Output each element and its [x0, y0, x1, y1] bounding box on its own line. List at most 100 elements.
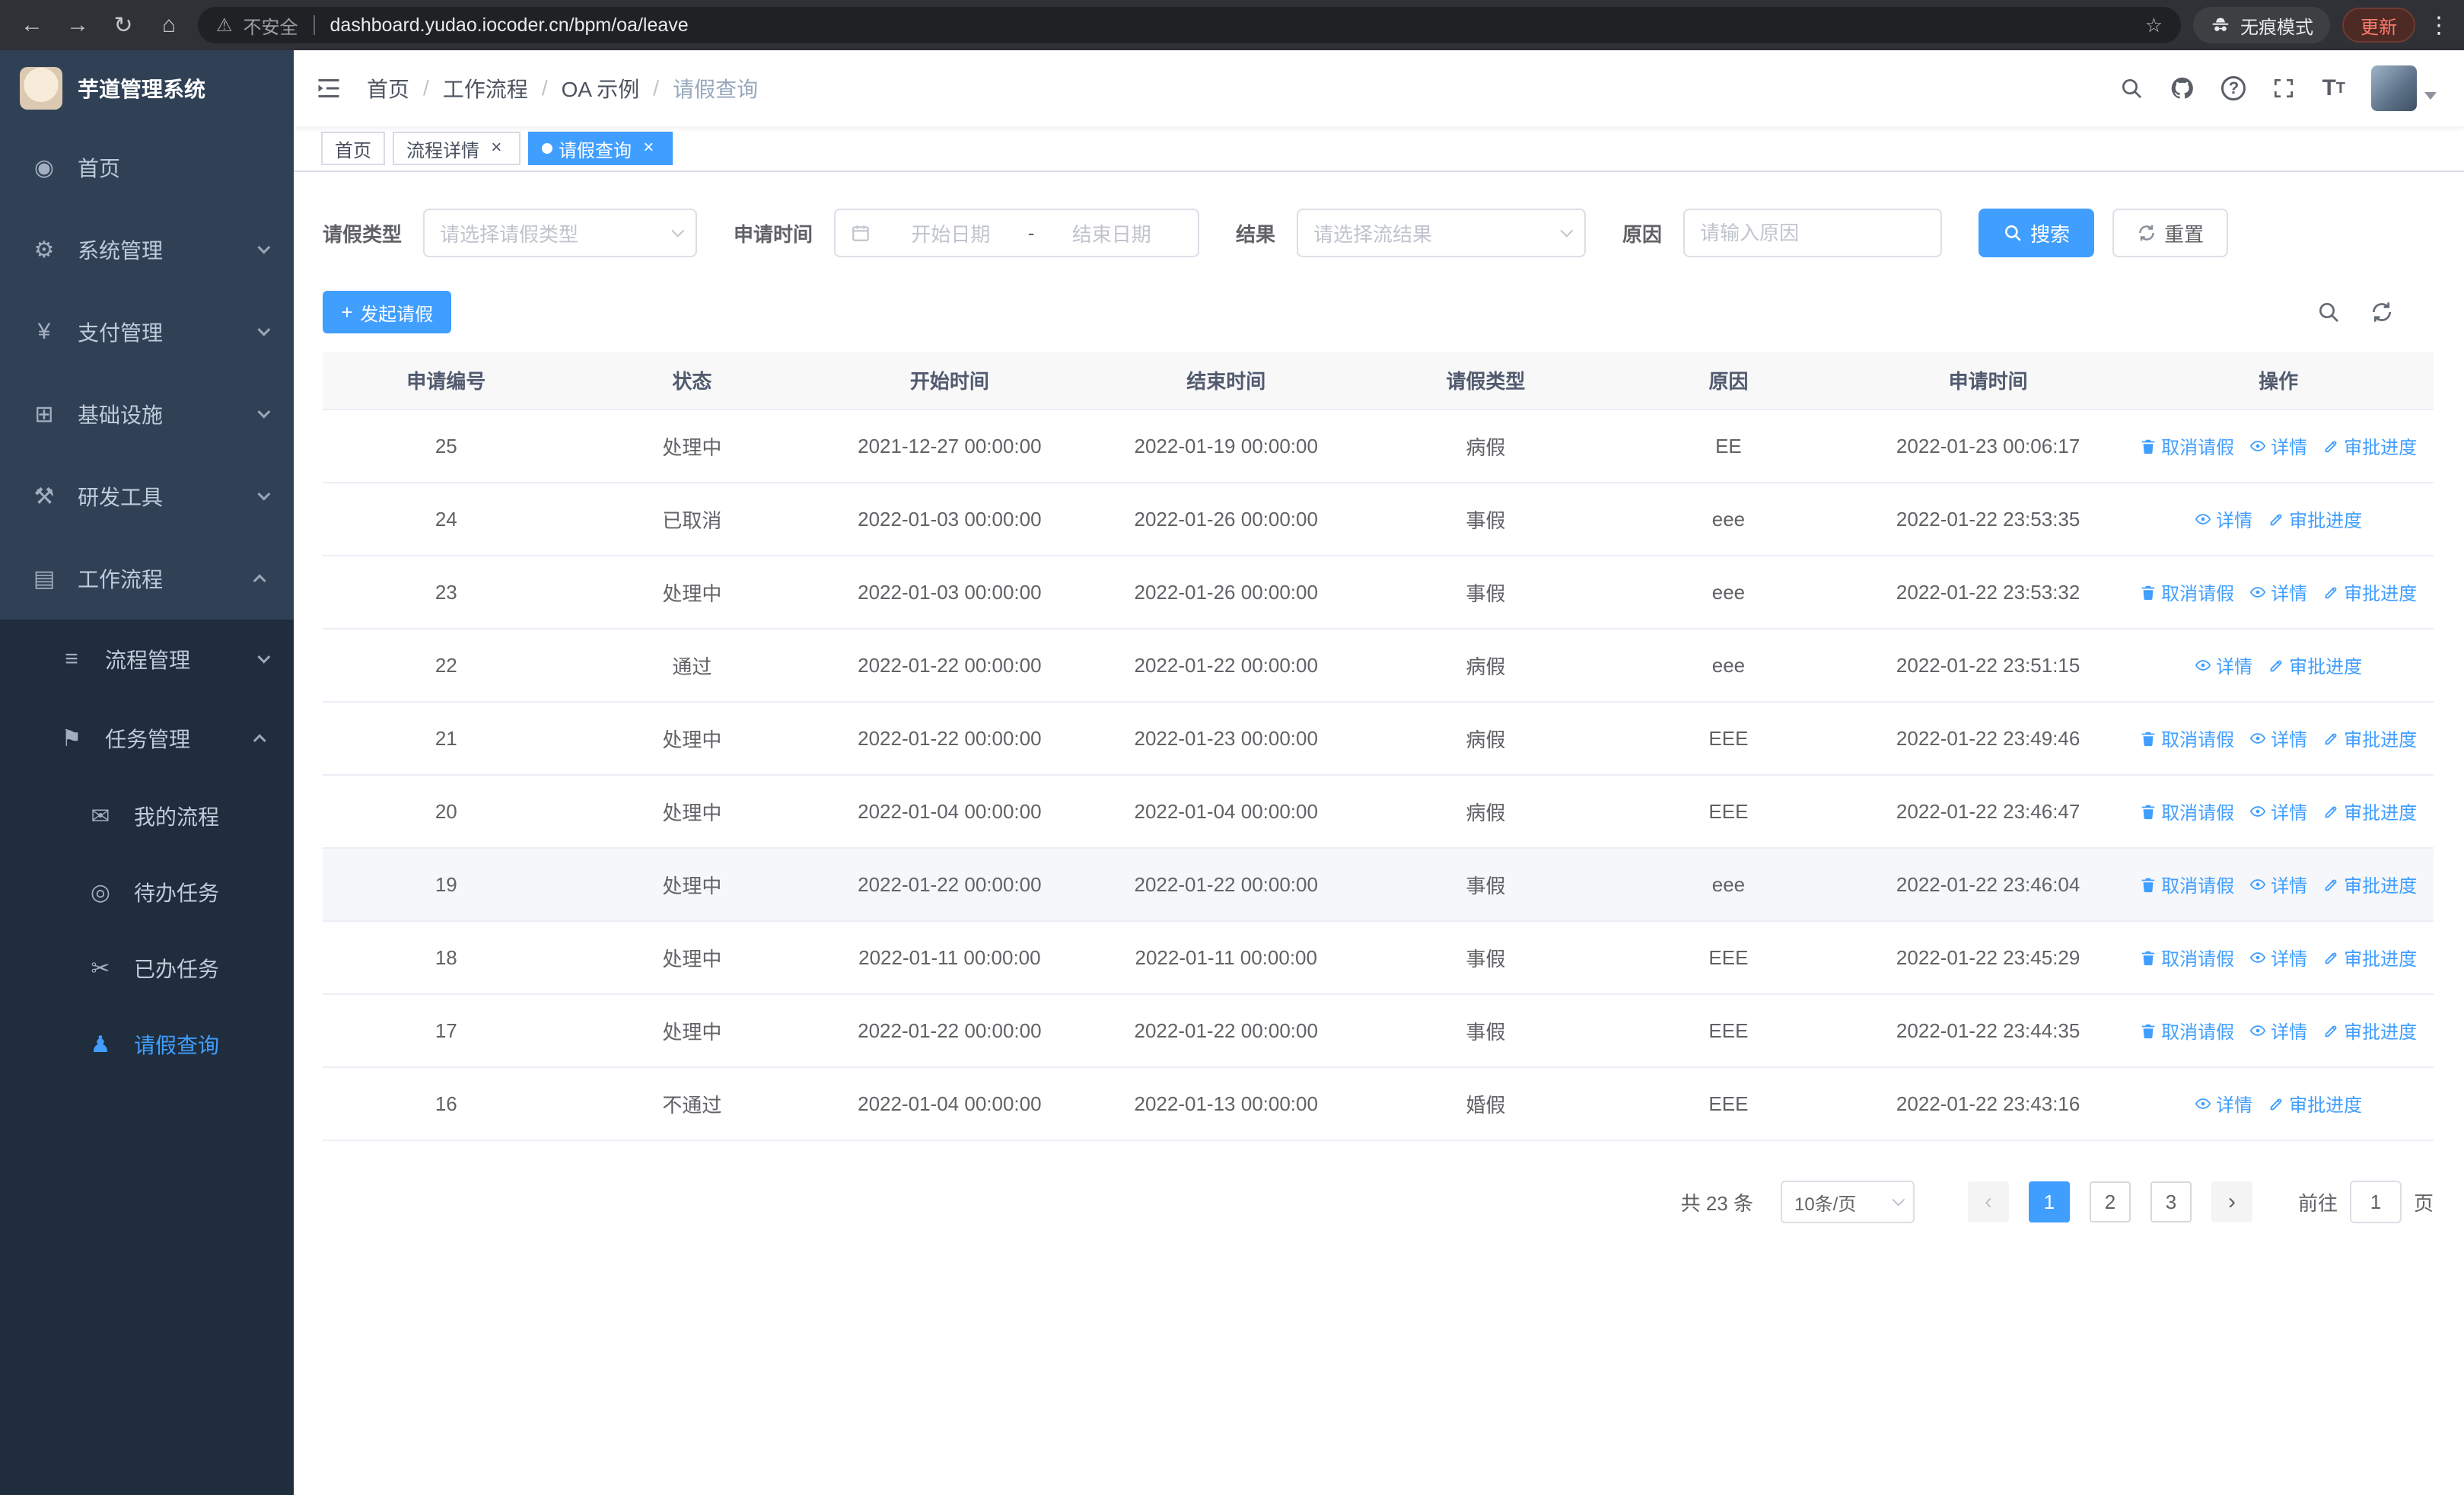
active-tab-dot: [542, 143, 552, 154]
cell-status: 处理中: [569, 556, 815, 630]
cancel-leave-link[interactable]: 取消请假: [2140, 579, 2234, 605]
cell-end-time: 2022-01-22 00:00:00: [1084, 629, 1368, 703]
page-button-1[interactable]: 1: [2028, 1181, 2070, 1222]
progress-link[interactable]: 审批进度: [2322, 1017, 2417, 1044]
progress-link[interactable]: 审批进度: [2322, 725, 2417, 751]
sidebar-item-process-management[interactable]: ≡ 流程管理: [0, 620, 294, 699]
page-size-select[interactable]: 10条/页: [1780, 1181, 1915, 1223]
reset-button[interactable]: 重置: [2112, 209, 2229, 257]
start-date-input[interactable]: 开始日期: [880, 219, 1022, 247]
breadcrumb-item[interactable]: 首页: [367, 73, 409, 104]
toggle-search-icon[interactable]: [2316, 300, 2341, 324]
browser-home-icon[interactable]: [152, 12, 186, 38]
fullscreen-icon[interactable]: [2271, 76, 2296, 100]
sidebar-item-my-process[interactable]: ✉ 我的流程: [0, 778, 294, 854]
progress-link[interactable]: 审批进度: [2322, 871, 2417, 897]
page-button-3[interactable]: 3: [2150, 1181, 2192, 1222]
end-date-input[interactable]: 结束日期: [1040, 219, 1183, 247]
create-leave-button[interactable]: 发起请假: [323, 291, 452, 333]
tab-home[interactable]: 首页: [321, 132, 385, 165]
detail-link[interactable]: 详情: [2249, 432, 2307, 459]
user-avatar-menu[interactable]: [2371, 65, 2437, 111]
date-range-picker[interactable]: 开始日期 - 结束日期: [834, 209, 1200, 257]
sidebar-item-workflow[interactable]: ▤ 工作流程: [0, 537, 294, 620]
url-text[interactable]: dashboard.yudao.iocoder.cn/bpm/oa/leave: [330, 14, 689, 37]
cell-operations: 取消请假 详情 审批进度: [2123, 921, 2434, 995]
sidebar-item-todo-tasks[interactable]: ◎ 待办任务: [0, 854, 294, 930]
devtools-icon: ⚒: [33, 483, 55, 509]
detail-link[interactable]: 详情: [2195, 1090, 2252, 1117]
sidebar-item-home[interactable]: ◉ 首页: [0, 126, 294, 209]
result-select[interactable]: 请选择流结果: [1297, 209, 1587, 257]
breadcrumb-item[interactable]: OA 示例: [562, 73, 640, 104]
progress-link[interactable]: 审批进度: [2322, 798, 2417, 824]
task-mgmt-icon: ⚑: [61, 725, 82, 751]
cancel-leave-link[interactable]: 取消请假: [2140, 871, 2234, 897]
browser-menu-icon[interactable]: [2427, 12, 2449, 39]
security-label[interactable]: 不安全: [244, 12, 298, 39]
bookmark-star-icon[interactable]: [2145, 14, 2163, 37]
close-icon[interactable]: [485, 138, 507, 159]
detail-link[interactable]: 详情: [2249, 944, 2307, 971]
sidebar-item-infrastructure[interactable]: ⊞ 基础设施: [0, 373, 294, 455]
breadcrumb-item: 请假查询: [673, 78, 759, 101]
sidebar-item-task-management[interactable]: ⚑ 任务管理: [0, 699, 294, 778]
cell-reason: EEE: [1603, 921, 1854, 995]
next-page-button[interactable]: [2211, 1181, 2252, 1222]
cell-operations: 详情 审批进度: [2123, 483, 2434, 556]
detail-link[interactable]: 详情: [2249, 1017, 2307, 1044]
font-size-icon[interactable]: [2322, 75, 2345, 101]
forward-icon[interactable]: [61, 12, 94, 38]
close-icon[interactable]: [638, 138, 659, 159]
detail-link[interactable]: 详情: [2249, 579, 2307, 605]
progress-link[interactable]: 审批进度: [2322, 432, 2417, 459]
page-button-2[interactable]: 2: [2089, 1181, 2131, 1222]
github-icon[interactable]: [2170, 75, 2195, 101]
sidebar-item-label: 任务管理: [105, 728, 191, 751]
progress-link[interactable]: 审批进度: [2268, 1090, 2362, 1117]
sidebar-item-done-tasks[interactable]: ✂ 已办任务: [0, 930, 294, 1006]
cancel-leave-link[interactable]: 取消请假: [2140, 432, 2234, 459]
breadcrumb-item[interactable]: 工作流程: [443, 73, 528, 104]
goto-page-input[interactable]: [2349, 1181, 2402, 1223]
table-row: 21 处理中 2022-01-22 00:00:00 2022-01-23 00:00…: [323, 702, 2434, 776]
help-icon[interactable]: [2221, 76, 2246, 100]
cancel-leave-link[interactable]: 取消请假: [2140, 725, 2234, 751]
sidebar-item-dev-tools[interactable]: ⚒ 研发工具: [0, 455, 294, 537]
sidebar-item-leave-query[interactable]: ♟ 请假查询: [0, 1006, 294, 1082]
cell-status: 处理中: [569, 848, 815, 922]
progress-link[interactable]: 审批进度: [2268, 652, 2362, 678]
cancel-leave-link[interactable]: 取消请假: [2140, 1017, 2234, 1044]
cancel-leave-link[interactable]: 取消请假: [2140, 798, 2234, 824]
detail-link[interactable]: 详情: [2249, 725, 2307, 751]
sidebar-item-label: 基础设施: [78, 403, 164, 427]
sidebar-item-system-management[interactable]: ⚙ 系统管理: [0, 209, 294, 291]
app-logo[interactable]: 芋道管理系统: [0, 50, 294, 126]
sidebar-toggle-icon[interactable]: [315, 75, 342, 102]
reason-input[interactable]: [1700, 221, 1926, 245]
back-icon[interactable]: [15, 12, 49, 38]
tab-process-detail[interactable]: 流程详情: [393, 132, 520, 165]
refresh-table-icon[interactable]: [2370, 300, 2394, 324]
cell-operations: 取消请假 详情 审批进度: [2123, 994, 2434, 1068]
cell-end-time: 2022-01-22 00:00:00: [1084, 994, 1368, 1068]
cancel-leave-link[interactable]: 取消请假: [2140, 944, 2234, 971]
leave-query-icon: ♟: [90, 1031, 111, 1057]
search-button[interactable]: 搜索: [1979, 209, 2095, 257]
detail-link[interactable]: 详情: [2195, 652, 2252, 678]
detail-link[interactable]: 详情: [2195, 505, 2252, 532]
detail-link[interactable]: 详情: [2249, 798, 2307, 824]
progress-link[interactable]: 审批进度: [2322, 944, 2417, 971]
column-header: 请假类型: [1367, 352, 1604, 410]
prev-page-button[interactable]: [1967, 1181, 2009, 1222]
reload-icon[interactable]: [107, 12, 140, 39]
tab-leave-query[interactable]: 请假查询: [528, 132, 673, 165]
update-button[interactable]: 更新: [2342, 8, 2415, 43]
leave-type-select[interactable]: 请选择请假类型: [423, 209, 698, 257]
progress-link[interactable]: 审批进度: [2268, 505, 2362, 532]
search-icon[interactable]: [2119, 76, 2144, 100]
detail-link[interactable]: 详情: [2249, 871, 2307, 897]
address-bar[interactable]: 不安全 dashboard.yudao.iocoder.cn/bpm/oa/le…: [198, 7, 2181, 43]
progress-link[interactable]: 审批进度: [2322, 579, 2417, 605]
sidebar-item-payment-management[interactable]: ¥ 支付管理: [0, 291, 294, 373]
